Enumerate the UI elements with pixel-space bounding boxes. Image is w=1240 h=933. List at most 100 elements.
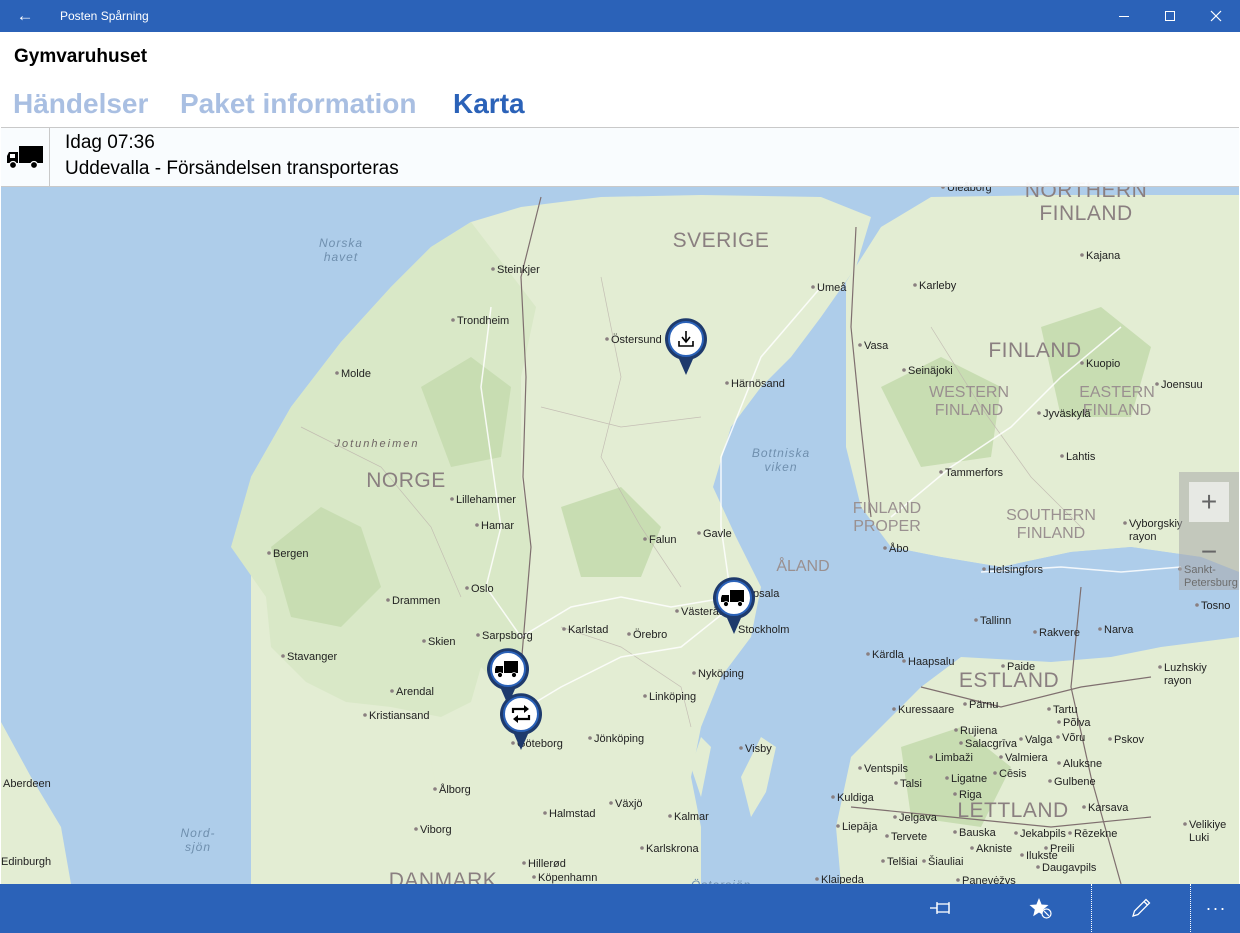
city-dot <box>1057 720 1061 724</box>
city-dot <box>476 633 480 637</box>
maximize-button[interactable] <box>1147 0 1193 32</box>
map-label-põlva: Põlva <box>1063 717 1091 729</box>
close-button[interactable] <box>1193 0 1239 32</box>
map-label-lillehammer: Lillehammer <box>456 494 516 506</box>
title-bar: ← Posten Spårning <box>0 0 1240 32</box>
city-dot <box>922 859 926 863</box>
map-label-šiauliai: Šiauliai <box>928 855 963 868</box>
city-dot <box>1048 779 1052 783</box>
map-label-stavanger: Stavanger <box>287 651 337 663</box>
city-dot <box>866 652 870 656</box>
map-label-karleby: Karleby <box>919 280 957 292</box>
back-arrow-icon[interactable]: ← <box>10 4 40 28</box>
city-dot <box>858 343 862 347</box>
city-dot <box>1019 737 1023 741</box>
map-label-kajana: Kajana <box>1086 250 1121 262</box>
city-dot <box>836 824 840 828</box>
map-label-haapsalu: Haapsalu <box>908 656 954 668</box>
map-label-limbaži: Limbaži <box>935 752 973 764</box>
map-label-jelgava: Jelgava <box>899 812 938 824</box>
map-label-kuopio: Kuopio <box>1086 358 1120 370</box>
map-label-salacgrīva: Salacgrīva <box>965 738 1018 750</box>
minimize-icon <box>1119 16 1129 17</box>
map-label-finland: FINLAND <box>988 339 1081 362</box>
city-dot <box>885 834 889 838</box>
city-dot <box>511 741 515 745</box>
city-dot <box>627 632 631 636</box>
map-label-telšiai: Telšiai <box>887 856 918 868</box>
city-dot <box>543 811 547 815</box>
zoom-in-button[interactable]: + <box>1189 482 1229 522</box>
map-label-hamar: Hamar <box>481 520 514 532</box>
city-dot <box>953 830 957 834</box>
city-dot <box>929 755 933 759</box>
city-dot <box>1158 665 1162 669</box>
city-dot <box>267 551 271 555</box>
map-label-kristiansand: Kristiansand <box>369 710 430 722</box>
city-dot <box>1080 361 1084 365</box>
map-label-kärdla: Kärdla <box>872 649 905 661</box>
city-dot <box>999 755 1003 759</box>
map-view[interactable]: SVERIGENORGEFINLANDDANMARKESTLANDLETTLAN… <box>1 127 1239 884</box>
map-label-valga: Valga <box>1025 734 1053 746</box>
map-label-helsingfors: Helsingfors <box>988 564 1044 576</box>
city-dot <box>954 728 958 732</box>
city-dot <box>588 736 592 740</box>
city-dot <box>1014 831 1018 835</box>
city-dot <box>609 801 613 805</box>
event-description: Uddevalla - Försändelsen transporteras <box>65 158 399 179</box>
city-dot <box>605 337 609 341</box>
city-dot <box>281 654 285 658</box>
maximize-icon <box>1165 11 1175 21</box>
map-label-karlstad: Karlstad <box>568 624 608 636</box>
map-label-viborg: Viborg <box>420 824 452 836</box>
map-label-skien: Skien <box>428 636 456 648</box>
close-icon <box>1210 10 1222 22</box>
city-dot <box>739 746 743 750</box>
tab-map[interactable]: Karta <box>453 88 525 120</box>
city-dot <box>945 776 949 780</box>
latest-event-banner[interactable]: Idag 07:36 Uddevalla - Försändelsen tran… <box>1 127 1239 187</box>
minimize-button[interactable] <box>1101 0 1147 32</box>
map-label-jekabpils: Jekabpils <box>1020 828 1066 840</box>
map-label-cēsis: Cēsis <box>999 768 1027 780</box>
map-label-steinkjer: Steinkjer <box>497 264 540 276</box>
city-dot <box>892 707 896 711</box>
city-dot <box>939 470 943 474</box>
zoom-out-button[interactable]: − <box>1189 532 1229 572</box>
city-dot <box>491 267 495 271</box>
edit-button[interactable] <box>1091 884 1191 932</box>
map-label-rujiena: Rujiena <box>960 725 998 737</box>
favorite-star-icon <box>1029 898 1052 919</box>
city-dot <box>913 283 917 287</box>
map-label-sverige: SVERIGE <box>673 229 770 252</box>
city-dot <box>532 875 536 879</box>
tab-package-info[interactable]: Paket information <box>180 88 416 120</box>
city-dot <box>902 368 906 372</box>
city-dot <box>414 827 418 831</box>
map-label-liepāja: Liepāja <box>842 821 878 833</box>
map-label-narva: Narva <box>1104 624 1134 636</box>
map-label-jönköping: Jönköping <box>594 733 644 745</box>
more-options-button[interactable]: ··· <box>1198 884 1234 932</box>
favorite-button[interactable] <box>1017 884 1065 932</box>
pin-icon <box>930 902 950 914</box>
map-label-akniste: Akniste <box>976 843 1012 855</box>
map-label-norska-havet: Norska havet <box>319 236 363 264</box>
map-label-daugavpils: Daugavpils <box>1042 862 1097 874</box>
city-dot <box>1037 411 1041 415</box>
pin-button[interactable] <box>917 884 965 932</box>
map-label-klaipeda: Klaipeda <box>821 874 865 884</box>
city-dot <box>1033 630 1037 634</box>
map-label-kalmar: Kalmar <box>674 811 709 823</box>
map-label-ligatne: Ligatne <box>951 773 987 785</box>
tab-events[interactable]: Händelser <box>13 88 148 120</box>
map-label-norge: NORGE <box>366 469 446 492</box>
city-dot <box>815 877 819 881</box>
map-label-jyväskylä: Jyväskylä <box>1043 408 1092 420</box>
zoom-control: + − <box>1179 472 1239 590</box>
map-label-pärnu: Pärnu <box>969 699 998 711</box>
city-dot <box>1082 805 1086 809</box>
city-dot <box>1123 521 1127 525</box>
map-label-edinburgh: Edinburgh <box>1 856 51 868</box>
